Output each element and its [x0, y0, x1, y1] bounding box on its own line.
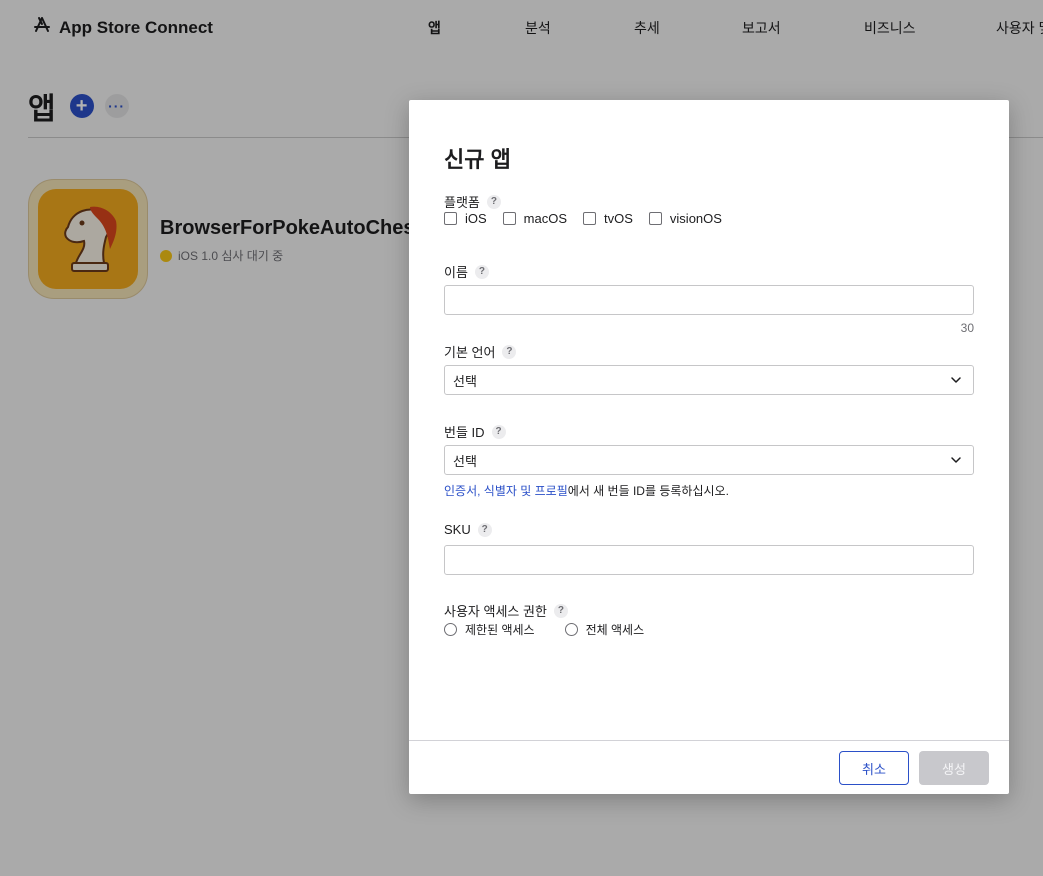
bundle-id-label: 번들 ID ? — [444, 422, 506, 441]
create-button[interactable]: 생성 — [919, 751, 989, 785]
cancel-button[interactable]: 취소 — [839, 751, 909, 785]
tvos-checkbox[interactable] — [583, 212, 597, 225]
tvos-label: tvOS — [604, 211, 633, 226]
limited-access-option[interactable]: 제한된 액세스 — [444, 621, 535, 638]
chevron-down-icon — [951, 377, 961, 383]
bundle-id-help-text: 인증서, 식별자 및 프로필에서 새 번들 ID를 등록하십시오. — [444, 482, 729, 499]
bundle-id-label-text: 번들 ID — [444, 425, 485, 440]
bundle-id-select[interactable]: 선택 — [444, 445, 974, 475]
platform-label-text: 플랫폼 — [444, 195, 480, 210]
sku-label: SKU ? — [444, 522, 492, 537]
primary-language-select[interactable]: 선택 — [444, 365, 974, 395]
full-access-label: 전체 액세스 — [585, 623, 645, 637]
platform-label: 플랫폼 ? — [444, 192, 501, 211]
platform-option-macos[interactable]: macOS — [502, 211, 568, 226]
full-access-option[interactable]: 전체 액세스 — [564, 621, 645, 638]
dialog-title: 신규 앱 — [444, 147, 511, 172]
name-help-icon[interactable]: ? — [474, 264, 489, 279]
dialog-footer-divider — [409, 740, 1009, 741]
platform-option-tvos[interactable]: tvOS — [583, 211, 633, 226]
platform-option-visionos[interactable]: visionOS — [648, 211, 722, 226]
macos-label: macOS — [523, 211, 568, 226]
primary-language-value: 선택 — [453, 373, 477, 389]
user-access-label-text: 사용자 액세스 권한 — [444, 604, 547, 619]
bundle-id-help-icon[interactable]: ? — [491, 424, 506, 439]
visionos-checkbox[interactable] — [648, 212, 662, 225]
bundle-id-help-rest: 에서 새 번들 ID를 등록하십시오. — [567, 484, 729, 498]
limited-access-label: 제한된 액세스 — [465, 623, 535, 637]
language-help-icon[interactable]: ? — [502, 344, 517, 359]
sku-label-text: SKU — [444, 522, 471, 537]
limited-access-radio[interactable] — [444, 623, 457, 636]
new-app-dialog: 신규 앱 플랫폼 ? iOS macOS tvOS visionOS 이름 ? … — [409, 100, 1009, 794]
full-access-radio[interactable] — [564, 623, 578, 636]
name-label: 이름 ? — [444, 262, 489, 281]
ios-checkbox[interactable] — [444, 212, 457, 225]
name-char-count: 30 — [960, 321, 974, 335]
name-label-text: 이름 — [444, 265, 468, 280]
visionos-label: visionOS — [669, 211, 722, 226]
language-label: 기본 언어 ? — [444, 342, 517, 361]
certificates-identifiers-profiles-link[interactable]: 인증서, 식별자 및 프로필 — [444, 484, 568, 498]
name-input[interactable] — [444, 285, 974, 315]
language-label-text: 기본 언어 — [444, 345, 496, 360]
macos-checkbox[interactable] — [502, 212, 516, 225]
user-access-help-icon[interactable]: ? — [553, 603, 568, 618]
user-access-options: 제한된 액세스 전체 액세스 — [444, 621, 674, 638]
user-access-label: 사용자 액세스 권한 ? — [444, 601, 568, 620]
bundle-id-value: 선택 — [453, 453, 477, 469]
chevron-down-icon — [951, 457, 961, 463]
platform-option-ios[interactable]: iOS — [444, 211, 487, 226]
ios-label: iOS — [465, 211, 487, 226]
platform-help-icon[interactable]: ? — [486, 194, 501, 209]
platform-options: iOS macOS tvOS visionOS — [444, 211, 738, 226]
sku-input[interactable] — [444, 545, 974, 575]
sku-help-icon[interactable]: ? — [477, 522, 492, 537]
